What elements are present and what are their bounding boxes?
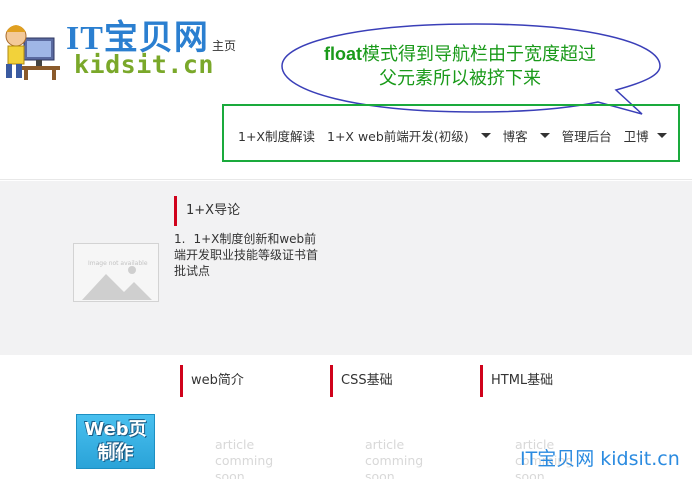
nav-item-1x-policy[interactable]: 1+X制度解读 — [238, 126, 315, 145]
logo-subtitle: kidsit.cn — [74, 50, 214, 79]
nav-item-admin[interactable]: 管理后台 — [562, 126, 612, 145]
news-index: 1. — [174, 232, 186, 246]
home-link[interactable]: 主页 — [212, 37, 236, 54]
nav-item-label: 1+X web前端开发(初级) — [327, 129, 469, 144]
news-text: 1+X制度创新和web前端开发职业技能等级证书首批试点 — [174, 232, 319, 278]
image-placeholder: Image not available — [73, 243, 159, 302]
section-title: 1+X导论 — [174, 196, 240, 226]
main-nav: 1+X制度解读 1+X web前端开发(初级) 博客 管理后台 卫博 — [238, 126, 667, 145]
caret-down-icon — [656, 133, 667, 138]
news-item[interactable]: 1. 1+X制度创新和web前端开发职业技能等级证书首批试点 — [174, 231, 324, 279]
badge-line2: 制作 — [97, 443, 134, 464]
nav-item-blog[interactable]: 博客 — [503, 126, 550, 145]
site-header: IT宝贝网 kidsit.cn 主页 float模式得到导航栏由于宽度超过 父元… — [0, 0, 692, 180]
nav-item-label: 1+X制度解读 — [238, 129, 315, 144]
site-watermark: IT宝贝网 kidsit.cn — [520, 448, 680, 470]
category-web-intro[interactable]: web简介 — [180, 365, 244, 397]
nav-item-label: 管理后台 — [561, 129, 612, 144]
article-placeholder: article comming soon — [215, 437, 274, 479]
nav-item-label: 卫博 — [623, 129, 649, 144]
site-logo[interactable]: IT宝贝网 kidsit.cn — [0, 4, 213, 82]
caret-down-icon — [539, 133, 550, 138]
callout-text: float模式得到导航栏由于宽度超过 父元素所以被挤下来 — [290, 42, 630, 90]
kid-at-computer-icon — [5, 25, 60, 80]
web-page-making-badge[interactable]: Web页面 制作 — [76, 414, 155, 469]
nav-item-web-frontend[interactable]: 1+X web前端开发(初级) — [327, 126, 491, 145]
article-placeholder: article comming soon — [365, 437, 424, 479]
category-css-basics[interactable]: CSS基础 — [330, 365, 393, 397]
callout-line1: 模式得到导航栏由于宽度超过 — [362, 44, 596, 64]
mountain-image-icon — [82, 266, 152, 300]
caret-down-icon — [480, 133, 491, 138]
page: IT宝贝网 kidsit.cn 主页 float模式得到导航栏由于宽度超过 父元… — [0, 0, 692, 479]
callout-keyword: float — [324, 44, 362, 64]
category-html-basics[interactable]: HTML基础 — [480, 365, 553, 397]
callout-line2: 父元素所以被挤下来 — [379, 68, 541, 88]
nav-item-label: 博客 — [502, 129, 528, 144]
nav-item-user[interactable]: 卫博 — [624, 126, 667, 145]
